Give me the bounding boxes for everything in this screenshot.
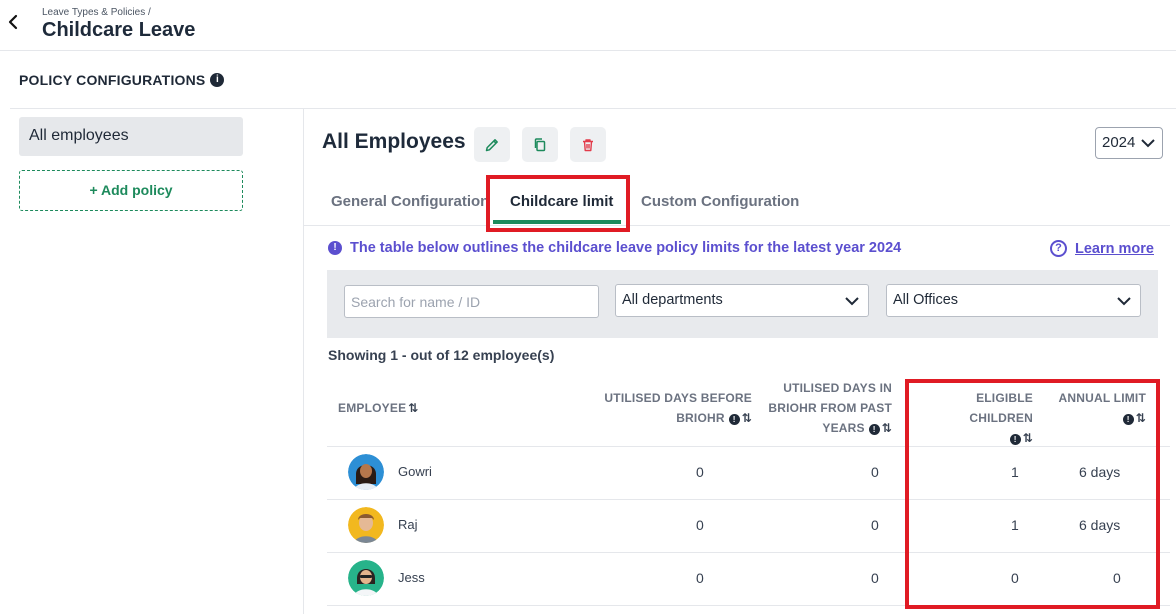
sidebar-item-label: All employees bbox=[29, 127, 129, 144]
sort-icon[interactable]: ⇅ bbox=[882, 418, 892, 438]
employee-name[interactable]: Raj bbox=[398, 517, 418, 532]
column-header-utilised-before[interactable]: UTILISED DAYS BEFORE BRIOHR! ⇅ bbox=[600, 388, 752, 428]
breadcrumb[interactable]: Leave Types & Policies / bbox=[42, 7, 151, 18]
info-icon[interactable]: ! bbox=[868, 424, 880, 435]
avatar bbox=[348, 507, 384, 543]
question-icon: ? bbox=[1050, 240, 1067, 257]
highlight-box-tab bbox=[486, 175, 630, 232]
utilised-before-value: 0 bbox=[696, 570, 704, 586]
section-divider bbox=[10, 108, 1176, 109]
column-header-label: BRIOHR FROM PAST bbox=[768, 401, 892, 415]
office-value: All Offices bbox=[893, 292, 959, 308]
highlight-box-columns bbox=[905, 379, 1160, 609]
column-header-label: UTILISED DAYS IN bbox=[783, 381, 892, 395]
year-select[interactable]: 2024 bbox=[1095, 127, 1163, 159]
info-notice: ! The table below outlines the childcare… bbox=[328, 240, 901, 256]
column-header-employee[interactable]: EMPLOYEE ⇅ bbox=[338, 398, 419, 418]
office-select[interactable]: All Offices bbox=[886, 284, 1141, 317]
sidebar-divider bbox=[303, 108, 304, 614]
chevron-down-icon bbox=[845, 297, 859, 306]
page-title: Childcare Leave bbox=[42, 19, 196, 41]
tabs-divider bbox=[304, 225, 1170, 226]
edit-button[interactable] bbox=[474, 127, 510, 162]
results-count: Showing 1 - out of 12 employee(s) bbox=[328, 347, 555, 363]
section-title-text: POLICY CONFIGURATIONS bbox=[19, 72, 206, 88]
info-icon[interactable]: ! bbox=[728, 414, 740, 425]
chevron-down-icon bbox=[1141, 139, 1155, 148]
utilised-before-value: 0 bbox=[696, 464, 704, 480]
avatar bbox=[348, 560, 384, 596]
info-icon[interactable]: i bbox=[210, 73, 225, 87]
tab-general-configuration[interactable]: General Configuration bbox=[331, 193, 489, 210]
department-value: All departments bbox=[622, 292, 723, 308]
copy-button[interactable] bbox=[522, 127, 558, 162]
sort-icon[interactable]: ⇅ bbox=[408, 398, 418, 418]
sort-icon[interactable]: ⇅ bbox=[742, 408, 752, 428]
column-header-label: EMPLOYEE bbox=[338, 401, 407, 415]
policy-title: All Employees bbox=[322, 130, 466, 153]
sidebar-item-all-employees[interactable]: All employees bbox=[19, 117, 243, 156]
column-header-label: YEARS bbox=[822, 421, 865, 435]
utilised-past-value: 0 bbox=[871, 517, 879, 533]
utilised-past-value: 0 bbox=[871, 570, 879, 586]
copy-icon bbox=[534, 137, 546, 151]
year-value: 2024 bbox=[1102, 134, 1136, 151]
section-title: POLICY CONFIGURATIONS i bbox=[19, 72, 225, 88]
add-policy-button[interactable]: + Add policy bbox=[19, 170, 243, 211]
info-icon: ! bbox=[328, 241, 342, 255]
avatar bbox=[348, 454, 384, 490]
back-chevron-icon[interactable] bbox=[4, 10, 22, 34]
pencil-icon bbox=[485, 138, 498, 151]
tab-custom-configuration[interactable]: Custom Configuration bbox=[641, 193, 799, 210]
search-input[interactable] bbox=[344, 285, 599, 318]
column-header-label: UTILISED DAYS BEFORE bbox=[604, 391, 752, 405]
employee-name[interactable]: Gowri bbox=[398, 464, 432, 479]
column-header-label: BRIOHR bbox=[676, 411, 725, 425]
notice-text: The table below outlines the childcare l… bbox=[350, 240, 902, 256]
chevron-down-icon bbox=[1117, 297, 1131, 306]
department-select[interactable]: All departments bbox=[615, 284, 869, 317]
trash-icon bbox=[583, 138, 593, 151]
learn-more-link[interactable]: ? Learn more bbox=[1050, 240, 1154, 257]
employee-name[interactable]: Jess bbox=[398, 570, 425, 585]
utilised-before-value: 0 bbox=[696, 517, 704, 533]
utilised-past-value: 0 bbox=[871, 464, 879, 480]
column-header-utilised-past[interactable]: UTILISED DAYS IN BRIOHR FROM PAST YEARS!… bbox=[760, 378, 892, 438]
learn-more-text: Learn more bbox=[1075, 240, 1154, 257]
top-bar: Leave Types & Policies / Childcare Leave bbox=[0, 0, 1176, 51]
delete-button[interactable] bbox=[570, 127, 606, 162]
